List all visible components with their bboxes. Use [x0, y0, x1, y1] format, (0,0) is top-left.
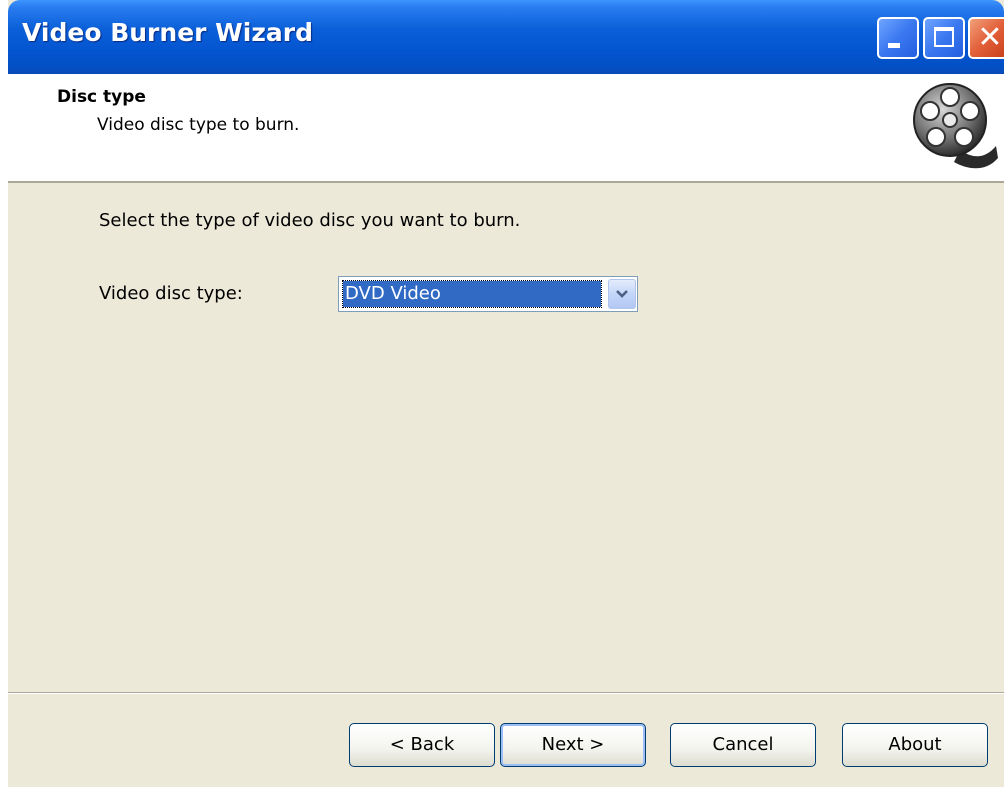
maximize-button[interactable]	[923, 17, 965, 59]
instruction-text: Select the type of video disc you want t…	[99, 210, 521, 231]
about-button[interactable]: About	[842, 723, 988, 767]
dropdown-button[interactable]	[608, 279, 636, 309]
close-button[interactable]: ✕	[968, 17, 1004, 59]
footer-divider	[8, 692, 1004, 694]
cancel-button[interactable]: Cancel	[670, 723, 816, 767]
wizard-header: Disc type Video disc type to burn.	[8, 74, 1004, 183]
page-title: Disc type	[57, 87, 146, 107]
disc-type-dropdown[interactable]: DVD Video	[338, 276, 638, 312]
page-subtitle: Video disc type to burn.	[97, 115, 300, 135]
disc-type-label: Video disc type:	[99, 283, 243, 304]
minimize-icon	[888, 43, 900, 48]
title-bar[interactable]: Video Burner Wizard ✕	[8, 0, 1004, 74]
back-button[interactable]: < Back	[349, 723, 495, 767]
minimize-button[interactable]	[877, 17, 919, 59]
disc-type-selected-value[interactable]: DVD Video	[342, 280, 602, 308]
next-button[interactable]: Next >	[500, 723, 646, 767]
maximize-icon	[934, 27, 954, 47]
chevron-down-icon	[616, 290, 628, 298]
close-icon: ✕	[977, 20, 1003, 55]
film-reel-icon	[913, 83, 998, 169]
wizard-window: Video Burner Wizard ✕ Disc type Video di…	[8, 0, 1004, 787]
window-title: Video Burner Wizard	[22, 18, 313, 47]
